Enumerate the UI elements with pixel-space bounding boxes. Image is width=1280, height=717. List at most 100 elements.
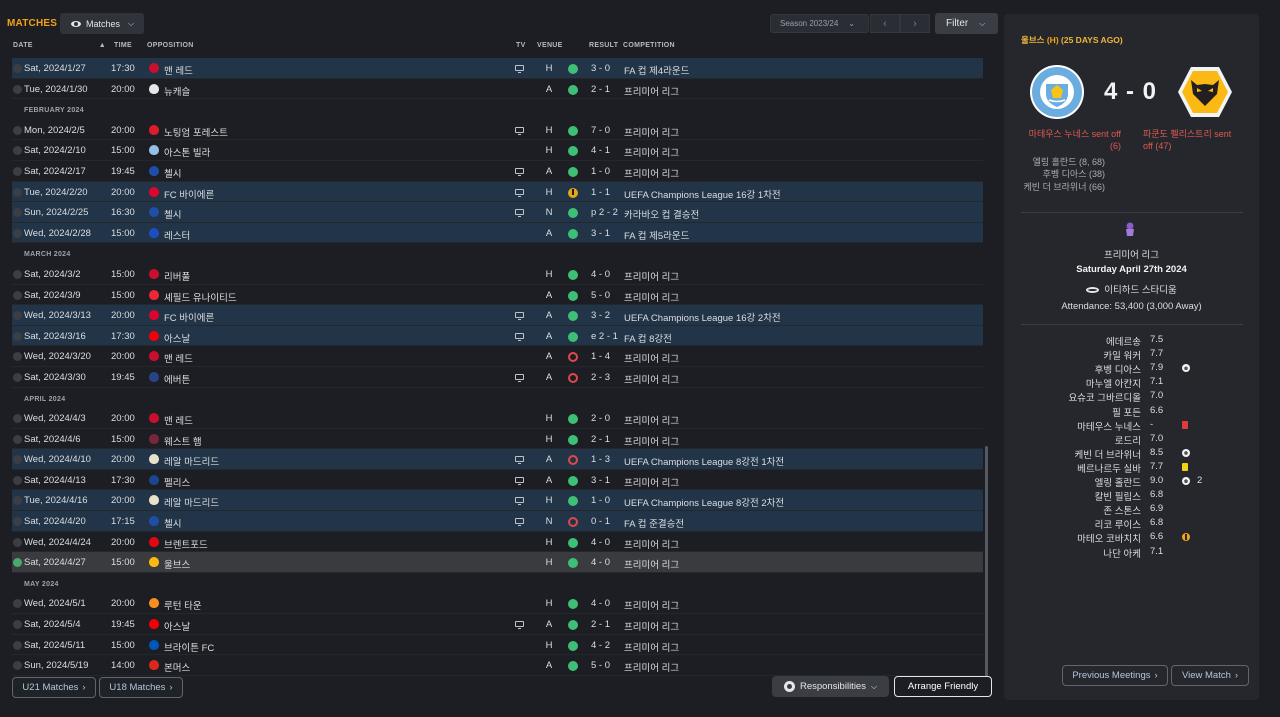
- fixture-date: Wed, 2024/2/28: [24, 227, 91, 239]
- season-dropdown[interactable]: Season 2023/24 ⌄: [770, 14, 869, 33]
- col-date[interactable]: DATE ▲: [13, 42, 106, 49]
- scrollbar[interactable]: [985, 446, 988, 678]
- fixture-score: 4 - 0: [591, 557, 611, 569]
- club-badge-icon: [149, 516, 159, 527]
- fixture-date: Sun, 2024/5/19: [24, 660, 89, 672]
- col-time[interactable]: TIME: [114, 42, 132, 49]
- fixture-row[interactable]: Sat, 2024/1/27 17:30 맨 레드 H 3 - 0 FA 컵 제4라운드: [12, 58, 983, 79]
- fixture-row[interactable]: Sat, 2024/4/20 17:15 첼시 N 0 - 1 FA 컵 준결승전: [12, 511, 983, 532]
- player-rating-row[interactable]: 로드리 7.0: [1004, 433, 1259, 447]
- fixture-row[interactable]: Sat, 2024/4/6 15:00 웨스트 햄 H 2 - 1 프리미어 리그: [12, 429, 983, 450]
- row-select-icon: [13, 146, 22, 156]
- row-select-icon: [13, 208, 22, 218]
- u21-matches-button[interactable]: U21 Matches ›: [12, 677, 96, 698]
- col-opposition[interactable]: OPPOSITION: [147, 42, 194, 49]
- row-select-icon: [13, 84, 22, 94]
- u18-matches-button[interactable]: U18 Matches ›: [99, 677, 183, 698]
- fixture-row[interactable]: Mon, 2024/2/5 20:00 노팅엄 포레스트 H 7 - 0 프리미어 리그: [12, 120, 983, 141]
- view-dropdown[interactable]: Matches ⌵: [60, 13, 144, 34]
- player-rating-row[interactable]: 후벵 디아스 7.9: [1004, 362, 1259, 376]
- fixture-score: 1 - 1: [591, 186, 611, 198]
- col-result[interactable]: RESULT: [589, 42, 618, 49]
- fixture-row[interactable]: Wed, 2024/4/10 20:00 레알 마드리드 A 1 - 3 UEFA Cha…: [12, 449, 983, 470]
- player-rating-row[interactable]: 에데르송 7.5: [1004, 334, 1259, 348]
- fixture-row[interactable]: Tue, 2024/2/20 20:00 FC 바이에른 H 1 - 1 UEFA Cha…: [12, 181, 983, 203]
- fixture-row[interactable]: Wed, 2024/3/13 20:00 FC 바이에른 A 3 - 2 UEFA Cha…: [12, 305, 983, 326]
- club-badge-icon: [149, 413, 159, 424]
- player-rating-row[interactable]: 리코 루이스 6.8: [1004, 517, 1259, 531]
- player-name: 마테우스 누네스: [1077, 421, 1141, 433]
- fixture-venue: H: [545, 598, 553, 610]
- player-rating-row[interactable]: 요슈코 그바르디올 7.0: [1004, 390, 1259, 404]
- fixture-score: 4 - 2: [591, 639, 611, 651]
- prev-season-button[interactable]: ‹: [870, 14, 900, 33]
- fixture-score: 2 - 3: [591, 371, 611, 383]
- previous-meetings-button[interactable]: Previous Meetings ›: [1062, 665, 1168, 686]
- player-rating-row[interactable]: 베르나르두 실바 7.7: [1004, 461, 1259, 475]
- fixture-row[interactable]: Sun, 2024/2/25 16:30 첼시 Np 2 - 2 카라바오 컵 결승전: [12, 202, 983, 223]
- fixture-row[interactable]: Wed, 2024/2/28 15:00 레스터 A 3 - 1 FA 컵 제5라운드: [12, 222, 983, 244]
- player-rating-row[interactable]: 존 스톤스 6.9: [1004, 503, 1259, 517]
- result-icon: [568, 558, 578, 569]
- fixture-row[interactable]: Sat, 2024/3/16 17:30 아스날 Ae 2 - 1 FA 컵 8강전: [12, 325, 983, 347]
- fixture-row[interactable]: Sat, 2024/4/27 15:00 울브스 H 4 - 0 프리미어 리그: [12, 552, 983, 573]
- fixture-row[interactable]: Wed, 2024/4/24 20:00 브렌트포드 H 4 - 0 프리미어 리그: [12, 532, 983, 553]
- view-match-button[interactable]: View Match ›: [1171, 665, 1249, 686]
- fixture-score: 3 - 0: [591, 63, 611, 74]
- match-date: Saturday April 27th 2024: [1076, 264, 1187, 275]
- fixture-row[interactable]: Tue, 2024/1/30 20:00 뉴캐슬 A 2 - 1 프리미어 리그: [12, 79, 983, 100]
- attendance: Attendance: 53,400 (3,000 Away): [1061, 301, 1202, 312]
- player-name: 필 포든: [1112, 407, 1141, 419]
- col-tv[interactable]: TV: [516, 42, 526, 49]
- player-rating-row[interactable]: 필 포든 6.6: [1004, 405, 1259, 419]
- fixture-row[interactable]: Wed, 2024/3/20 20:00 맨 레드 A 1 - 4 프리미어 리그: [12, 346, 983, 367]
- fixture-opponent: 뉴캐슬: [164, 86, 191, 98]
- row-select-icon: [13, 537, 22, 547]
- player-rating-row[interactable]: 칼빈 필립스 6.8: [1004, 489, 1259, 503]
- tv-icon: [515, 373, 524, 382]
- month-label: MARCH 2024: [24, 251, 71, 259]
- fixture-venue: H: [545, 186, 553, 198]
- fixture-row[interactable]: Wed, 2024/4/3 20:00 맨 레드 H 2 - 0 프리미어 리그: [12, 408, 983, 429]
- fixture-competition: 프리미어 리그: [624, 560, 680, 572]
- fixture-time: 17:15: [111, 516, 135, 528]
- fixture-competition: 프리미어 리그: [624, 539, 680, 551]
- filter-button[interactable]: Filter ⌵: [935, 13, 998, 34]
- month-label: MAY 2024: [24, 580, 59, 588]
- player-rating-row[interactable]: 마테오 코바치치 6.6: [1004, 531, 1259, 545]
- fixture-row[interactable]: Sat, 2024/2/17 19:45 첼시 A 1 - 0 프리미어 리그: [12, 161, 983, 182]
- player-rating-row[interactable]: 케빈 더 브라위너 8.5: [1004, 447, 1259, 461]
- fixture-date: Tue, 2024/1/30: [24, 83, 88, 95]
- result-icon: [568, 517, 578, 528]
- fixture-venue: A: [545, 351, 553, 363]
- player-rating-row[interactable]: 마누엘 아칸지 7.1: [1004, 376, 1259, 390]
- player-rating: -: [1150, 418, 1154, 430]
- month-label: APRIL 2024: [24, 395, 66, 403]
- fixture-row[interactable]: Wed, 2024/5/1 20:00 루턴 타운 H 4 - 0 프리미어 리그: [12, 593, 983, 615]
- fixture-date: Sat, 2024/4/20: [24, 516, 86, 528]
- fixture-row[interactable]: Sat, 2024/5/4 19:45 아스날 A 2 - 1 프리미어 리그: [12, 614, 983, 635]
- next-season-button[interactable]: ›: [900, 14, 930, 33]
- fixture-row[interactable]: Sat, 2024/4/13 17:30 펠리스 A 3 - 1 프리미어 리그: [12, 470, 983, 491]
- fixture-row[interactable]: Sat, 2024/3/30 19:45 에버튼 A 2 - 3 프리미어 리그: [12, 367, 983, 388]
- fixture-venue: A: [545, 165, 553, 177]
- col-competition[interactable]: COMPETITION: [623, 42, 675, 49]
- fixture-row[interactable]: Tue, 2024/4/16 20:00 레알 마드리드 H 1 - 0 UEFA Cha…: [12, 490, 983, 512]
- fixture-score: 3 - 2: [591, 310, 611, 322]
- fixture-row[interactable]: Sat, 2024/5/11 15:00 브라이튼 FC H 4 - 2 프리미어 리그: [12, 635, 983, 656]
- fixture-opponent: 맨 레드: [164, 354, 193, 366]
- fixture-score: 1 - 4: [591, 351, 611, 363]
- player-rating-row[interactable]: 엘링 홀란드 9.0 2: [1004, 475, 1259, 489]
- player-rating-row[interactable]: 카일 워커 7.7: [1004, 348, 1259, 362]
- fixture-row[interactable]: Sat, 2024/2/10 15:00 아스톤 빌라 H 4 - 1 프리미어 리그: [12, 140, 983, 161]
- col-venue[interactable]: VENUE: [537, 42, 563, 49]
- fixture-opponent: 아스날: [164, 622, 191, 634]
- player-rating-row[interactable]: 나단 아케 7.1: [1004, 546, 1259, 560]
- fixture-row[interactable]: Sun, 2024/5/19 14:00 본머스 A 5 - 0 프리미어 리그: [12, 655, 983, 676]
- tv-icon: [515, 518, 524, 527]
- fixture-row[interactable]: Sat, 2024/3/2 15:00 리버풀 H 4 - 0 프리미어 리그: [12, 264, 983, 285]
- player-rating-row[interactable]: 마테우스 누네스 -: [1004, 419, 1259, 433]
- responsibilities-button[interactable]: Responsibilities ⌵: [772, 676, 889, 697]
- fixture-row[interactable]: Sat, 2024/3/9 15:00 셰필드 유나이티드 A 5 - 0 프리미어 리그: [12, 285, 983, 306]
- arrange-friendly-button[interactable]: Arrange Friendly: [894, 676, 992, 697]
